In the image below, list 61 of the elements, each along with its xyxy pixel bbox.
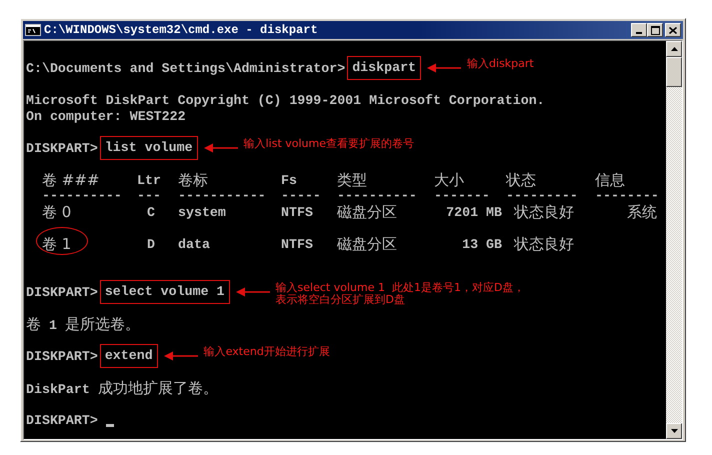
column-header: 类型 — [337, 170, 368, 190]
column-header: 卷 ### — [42, 170, 100, 190]
table-cell: 卷 0 — [42, 202, 72, 220]
table-cell: NTFS — [281, 204, 313, 220]
maximize-button[interactable] — [647, 23, 663, 37]
up-arrow-icon — [670, 47, 678, 51]
output-text: Microsoft DiskPart Copyright (C) 1999-2001 Microsoft Corporation. — [26, 92, 545, 108]
annotation-note: 输入select volume 1 此处1是卷号1，对应D盘， 表示将空白分区扩展到D盘 — [276, 282, 524, 306]
header-rule: --------- — [506, 188, 579, 203]
table-cell: C — [147, 204, 155, 220]
header-rule: -------- — [595, 188, 660, 203]
prompt-text: DISKPART> — [26, 140, 98, 156]
column-header: 卷标 — [178, 170, 209, 190]
annotation-note: 输入extend开始进行扩展 — [204, 346, 330, 358]
prompt-text: DISKPART> — [26, 412, 98, 428]
close-button[interactable] — [665, 23, 681, 37]
scroll-down-button[interactable] — [666, 423, 682, 439]
table-cell: 13 GB — [462, 236, 502, 252]
table-cell: NTFS — [281, 236, 313, 252]
table-cell: 状态良好 — [514, 202, 574, 220]
table-cell: 磁盘分区 — [337, 234, 397, 252]
table-cell: data — [178, 236, 210, 252]
header-rule: ------- — [434, 188, 491, 203]
prompt-text: C:\Documents and Settings\Administrator> — [26, 60, 346, 76]
down-arrow-icon — [670, 429, 678, 433]
arrow-icon — [204, 143, 238, 153]
scroll-thumb[interactable] — [666, 57, 682, 87]
scrollbar[interactable] — [666, 41, 682, 439]
header-rule: ---------- — [337, 188, 418, 203]
table-cell: 状态良好 — [514, 234, 574, 252]
arrow-icon — [427, 63, 462, 73]
annotation-note: 输入diskpart — [467, 58, 534, 70]
header-rule: ---------- — [42, 188, 123, 203]
column-header: Fs — [281, 172, 298, 188]
table-cell: system — [178, 204, 226, 220]
maximize-icon — [650, 26, 660, 34]
table-cell: 系统 — [627, 202, 657, 220]
output-text: DiskPart 成功地扩展了卷。 — [26, 378, 218, 398]
close-icon — [669, 26, 677, 34]
table-cell: 卷 1 — [42, 234, 72, 252]
arrow-icon — [236, 287, 270, 297]
output-text: 卷 1 是所选卷。 — [26, 314, 140, 334]
table-cell: 磁盘分区 — [337, 202, 397, 220]
header-rule: --- — [137, 188, 162, 203]
minimize-button[interactable] — [631, 23, 647, 37]
prompt-text: DISKPART> — [26, 348, 98, 364]
column-header: Ltr — [137, 172, 162, 188]
header-rule: ----------- — [178, 188, 267, 203]
column-header: 状态 — [506, 170, 537, 190]
window-title: C:\WINDOWS\system32\cmd.exe - diskpart — [44, 23, 319, 37]
arrow-icon — [164, 351, 198, 361]
table-cell: 7201 MB — [446, 204, 502, 220]
column-header: 大小 — [434, 170, 465, 190]
header-rule: ----- — [281, 188, 322, 203]
annotation-note: 输入list volume查看要扩展的卷号 — [244, 138, 414, 150]
output-text: On computer: WEST222 — [26, 108, 186, 124]
console-icon — [25, 24, 41, 36]
column-header: 信息 — [595, 170, 626, 190]
prompt-text: DISKPART> — [26, 284, 98, 300]
table-cell: D — [147, 236, 155, 252]
scroll-up-button[interactable] — [666, 41, 682, 57]
